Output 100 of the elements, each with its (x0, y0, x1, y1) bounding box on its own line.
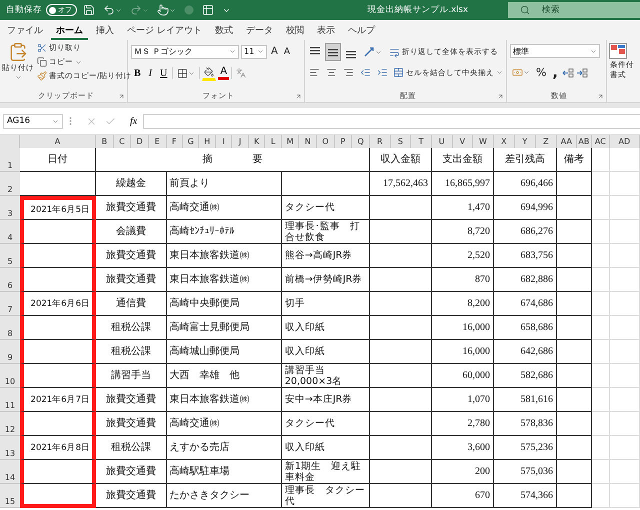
outdent-icon (360, 67, 371, 78)
empty-cell (610, 364, 640, 388)
column-header[interactable]: F (166, 135, 183, 148)
column-header[interactable]: X (494, 135, 515, 148)
row-header[interactable]: 15 (0, 484, 20, 508)
column-header[interactable]: J (232, 135, 249, 148)
column-header[interactable]: I (216, 135, 232, 148)
column-header[interactable]: Y (514, 135, 536, 148)
empty-cell (610, 220, 640, 244)
column-header[interactable]: Q (352, 135, 370, 148)
column-header[interactable]: H (199, 135, 216, 148)
fill-color-button[interactable] (202, 65, 216, 81)
menu-tab[interactable]: 校閲 (280, 20, 309, 40)
expense-cell: 870 (432, 268, 494, 292)
column-header[interactable]: U (432, 135, 453, 148)
menu-tab[interactable]: ページ レイアウト (122, 20, 207, 40)
empty-cell (610, 316, 640, 340)
column-header[interactable]: AB (576, 135, 592, 148)
empty-cell (557, 484, 592, 508)
row-header[interactable]: 13 (0, 436, 20, 460)
column-header[interactable]: W (473, 135, 494, 148)
number-format-select[interactable]: 標準 (510, 44, 600, 58)
row-header[interactable]: 9 (0, 340, 20, 364)
row-header[interactable]: 8 (0, 316, 20, 340)
column-header[interactable]: S (390, 135, 412, 148)
row-header[interactable]: 14 (0, 460, 20, 484)
shrink-font-button[interactable]: A (282, 44, 292, 58)
column-header[interactable]: AD (610, 135, 640, 148)
column-header[interactable]: AA (556, 135, 577, 148)
comma-button[interactable]: , (550, 66, 560, 80)
font-name-select[interactable]: ＭＳ Ｐゴシック (131, 44, 239, 58)
column-header[interactable]: N (299, 135, 318, 148)
column-header[interactable]: D (131, 135, 149, 148)
row-header[interactable]: 4 (0, 220, 20, 244)
row-header[interactable]: 5 (0, 244, 20, 268)
menu-tab[interactable]: データ (240, 20, 278, 40)
empty-cell (370, 388, 432, 412)
empty-cell (557, 436, 592, 460)
row-header[interactable]: 3 (0, 196, 20, 220)
empty-cell (557, 340, 592, 364)
empty-cell (592, 388, 610, 412)
memo-cell: 収入印紙 (282, 436, 370, 460)
menu-tab[interactable]: ファイル (2, 20, 48, 40)
column-header[interactable]: Z (536, 135, 557, 148)
underline-button[interactable]: U (157, 68, 170, 78)
row-header[interactable]: 1 (0, 148, 20, 172)
menu-tab[interactable]: ヘルプ (342, 20, 380, 40)
column-header[interactable]: P (334, 135, 352, 148)
phonetic-icon (236, 68, 246, 78)
balance-cell: 674,686 (494, 292, 557, 316)
touch-icon (157, 4, 169, 16)
row-header[interactable]: 2 (0, 172, 20, 196)
empty-cell (592, 316, 610, 340)
column-header[interactable]: R (370, 135, 391, 148)
search-field[interactable]: 検索 (508, 2, 640, 18)
font-size-select[interactable]: 11 (241, 44, 267, 58)
italic-button[interactable]: I (146, 68, 156, 78)
column-header[interactable]: A (20, 135, 96, 148)
column-header[interactable]: T (411, 135, 432, 148)
row-header[interactable]: 10 (0, 364, 20, 388)
name-box[interactable]: AG16 (3, 114, 63, 128)
column-header[interactable]: B (96, 135, 114, 148)
more-icon (69, 116, 72, 126)
column-header[interactable]: E (148, 135, 166, 148)
bold-button[interactable]: B (131, 68, 144, 78)
row-header[interactable]: 12 (0, 412, 20, 436)
column-header[interactable]: G (182, 135, 200, 148)
expense-cell: 670 (432, 484, 494, 508)
highlighted-date-cell: 2021年6月6日 (20, 292, 96, 316)
empty-cell (557, 388, 592, 412)
balance-cell: 682,886 (494, 268, 557, 292)
header-cell: 収入金額 (370, 148, 432, 172)
row-header[interactable]: 6 (0, 268, 20, 292)
category-cell: 租税公課 (96, 340, 166, 364)
menu-tab[interactable]: 数式 (210, 20, 238, 40)
empty-cell (557, 364, 592, 388)
column-header[interactable]: L (265, 135, 282, 148)
menu-tab[interactable]: 表示 (312, 20, 340, 40)
empty-cell (557, 412, 592, 436)
row-header[interactable]: 11 (0, 388, 20, 412)
menu-tab[interactable]: ホーム (51, 20, 88, 40)
row-header[interactable]: 7 (0, 292, 20, 316)
formula-input[interactable] (143, 114, 640, 128)
percent-button[interactable]: % (534, 64, 548, 81)
column-header[interactable]: K (248, 135, 266, 148)
highlighted-date-cell: 2021年6月8日 (20, 436, 96, 460)
column-header[interactable]: AC (592, 135, 610, 148)
category-cell: 租税公課 (96, 436, 166, 460)
insert-function-button[interactable]: fx (130, 116, 138, 126)
grid-icon (177, 68, 188, 78)
column-header[interactable]: M (282, 135, 300, 148)
conditional-format-icon (609, 43, 627, 59)
vertical-align-button[interactable] (325, 43, 341, 61)
column-header[interactable]: V (452, 135, 474, 148)
grow-font-button[interactable]: A (269, 44, 280, 59)
category-cell: 旅費交通費 (96, 412, 166, 436)
payee-cell: 前頁より (166, 172, 282, 196)
menu-tab[interactable]: 挿入 (91, 20, 119, 40)
column-header[interactable]: C (114, 135, 132, 148)
column-header[interactable]: O (317, 135, 335, 148)
